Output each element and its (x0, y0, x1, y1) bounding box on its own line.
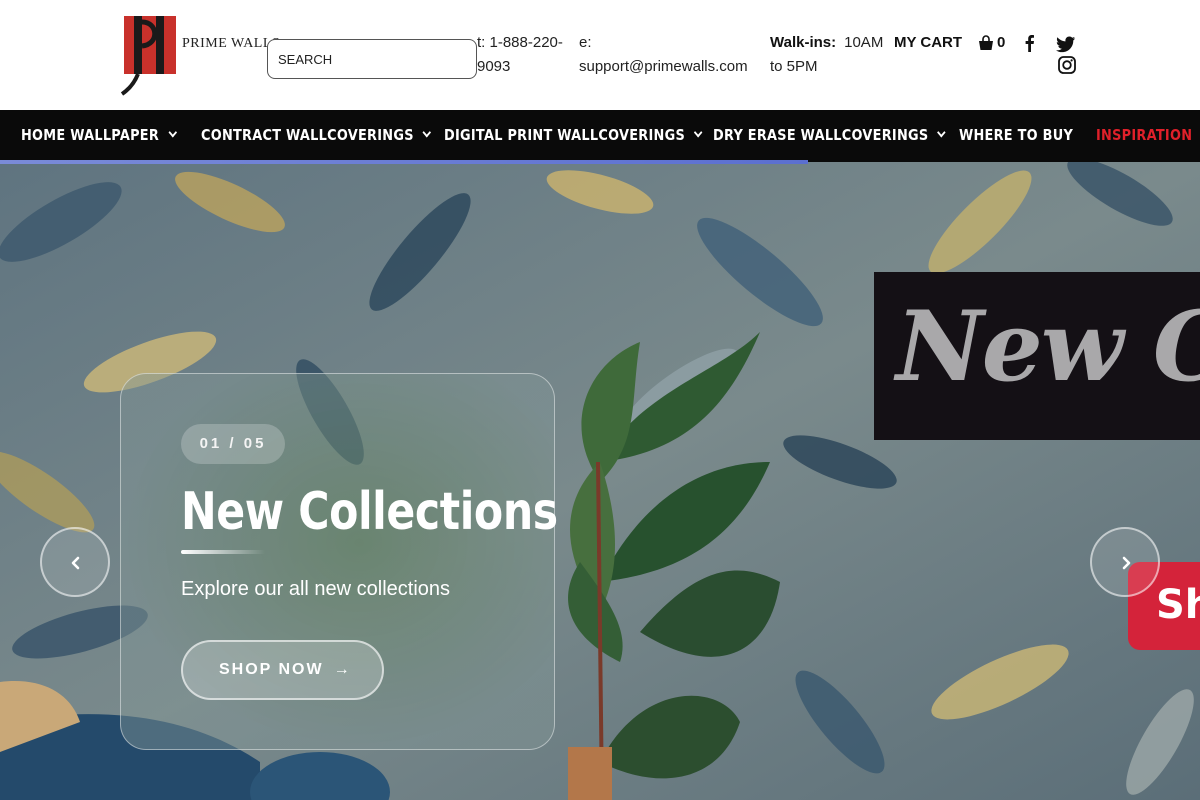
nav-contract-wallcoverings[interactable]: CONTRACT WALLCOVERINGS (201, 110, 432, 162)
nav-label: INSPIRATION (1096, 126, 1193, 144)
chevron-right-icon (1122, 556, 1131, 570)
cart-count: 0 (997, 34, 1006, 51)
shop-now-label: SHOP NOW (219, 661, 324, 678)
slide-card: 01 / 05 New Collections Explore our all … (120, 373, 558, 750)
nav-label: WHERE TO BUY (959, 126, 1074, 144)
search-box (267, 39, 477, 79)
shop-now-button[interactable]: SHOP NOW → (181, 640, 384, 700)
brand-name: PRIME WALLS (182, 36, 281, 51)
nav-label: DIGITAL PRINT WALLCOVERINGS (444, 126, 686, 144)
site-header: PRIME WALLS t: 1-888-220-9093 e: support… (0, 0, 1200, 110)
badge-text: Sh (1156, 582, 1200, 628)
shopping-bag-icon[interactable] (978, 35, 994, 51)
walkins-info: Walk-ins: 10AM to 5PM (770, 31, 892, 79)
phone-number[interactable]: t: 1-888-220-9093 (477, 31, 569, 79)
walkins-label: Walk-ins: (770, 34, 837, 51)
arrow-right-icon: → (333, 661, 352, 678)
support-email[interactable]: e: support@primewalls.com (579, 31, 759, 79)
instagram-icon[interactable] (1058, 56, 1076, 74)
slide-subtitle: Explore our all new collections (181, 578, 451, 600)
slide-counter: 01 / 05 (181, 424, 285, 464)
nav-digital-print-wallcoverings[interactable]: DIGITAL PRINT WALLCOVERINGS (444, 110, 703, 162)
search-input[interactable] (268, 40, 476, 78)
title-underline (181, 550, 265, 554)
chevron-down-icon (422, 127, 432, 138)
slide-progress-bar (0, 160, 808, 164)
sign-text: New Co (896, 290, 1200, 403)
my-cart-link[interactable]: MY CART (894, 31, 962, 55)
chevron-down-icon (937, 127, 946, 138)
nav-label: DRY ERASE WALLCOVERINGS (713, 126, 929, 144)
previous-slide-button[interactable] (40, 527, 110, 597)
nav-label: CONTRACT WALLCOVERINGS (201, 126, 414, 144)
next-slide-button[interactable] (1090, 527, 1160, 597)
slide-title: New Collections (181, 482, 558, 542)
new-collections-sign: New Co (874, 272, 1200, 440)
nav-dry-erase-wallcoverings[interactable]: DRY ERASE WALLCOVERINGS (713, 110, 946, 162)
nav-home-wallpaper[interactable]: HOME WALLPAPER (21, 110, 177, 162)
twitter-icon[interactable] (1056, 36, 1076, 53)
hero-slider: New Co Sh 01 / 05 New Collections Explor… (0, 162, 1200, 800)
chevron-down-icon (168, 127, 177, 138)
chevron-down-icon (694, 127, 703, 138)
nav-label: HOME WALLPAPER (21, 126, 160, 144)
main-nav: HOME WALLPAPER CONTRACT WALLCOVERINGS DI… (0, 110, 1200, 162)
prime-walls-logo[interactable]: PRIME WALLS (120, 14, 280, 96)
nav-where-to-buy[interactable]: WHERE TO BUY (959, 110, 1073, 162)
nav-inspiration[interactable]: INSPIRATION (1096, 110, 1192, 162)
chevron-left-icon (71, 556, 80, 570)
facebook-icon[interactable] (1022, 34, 1036, 52)
